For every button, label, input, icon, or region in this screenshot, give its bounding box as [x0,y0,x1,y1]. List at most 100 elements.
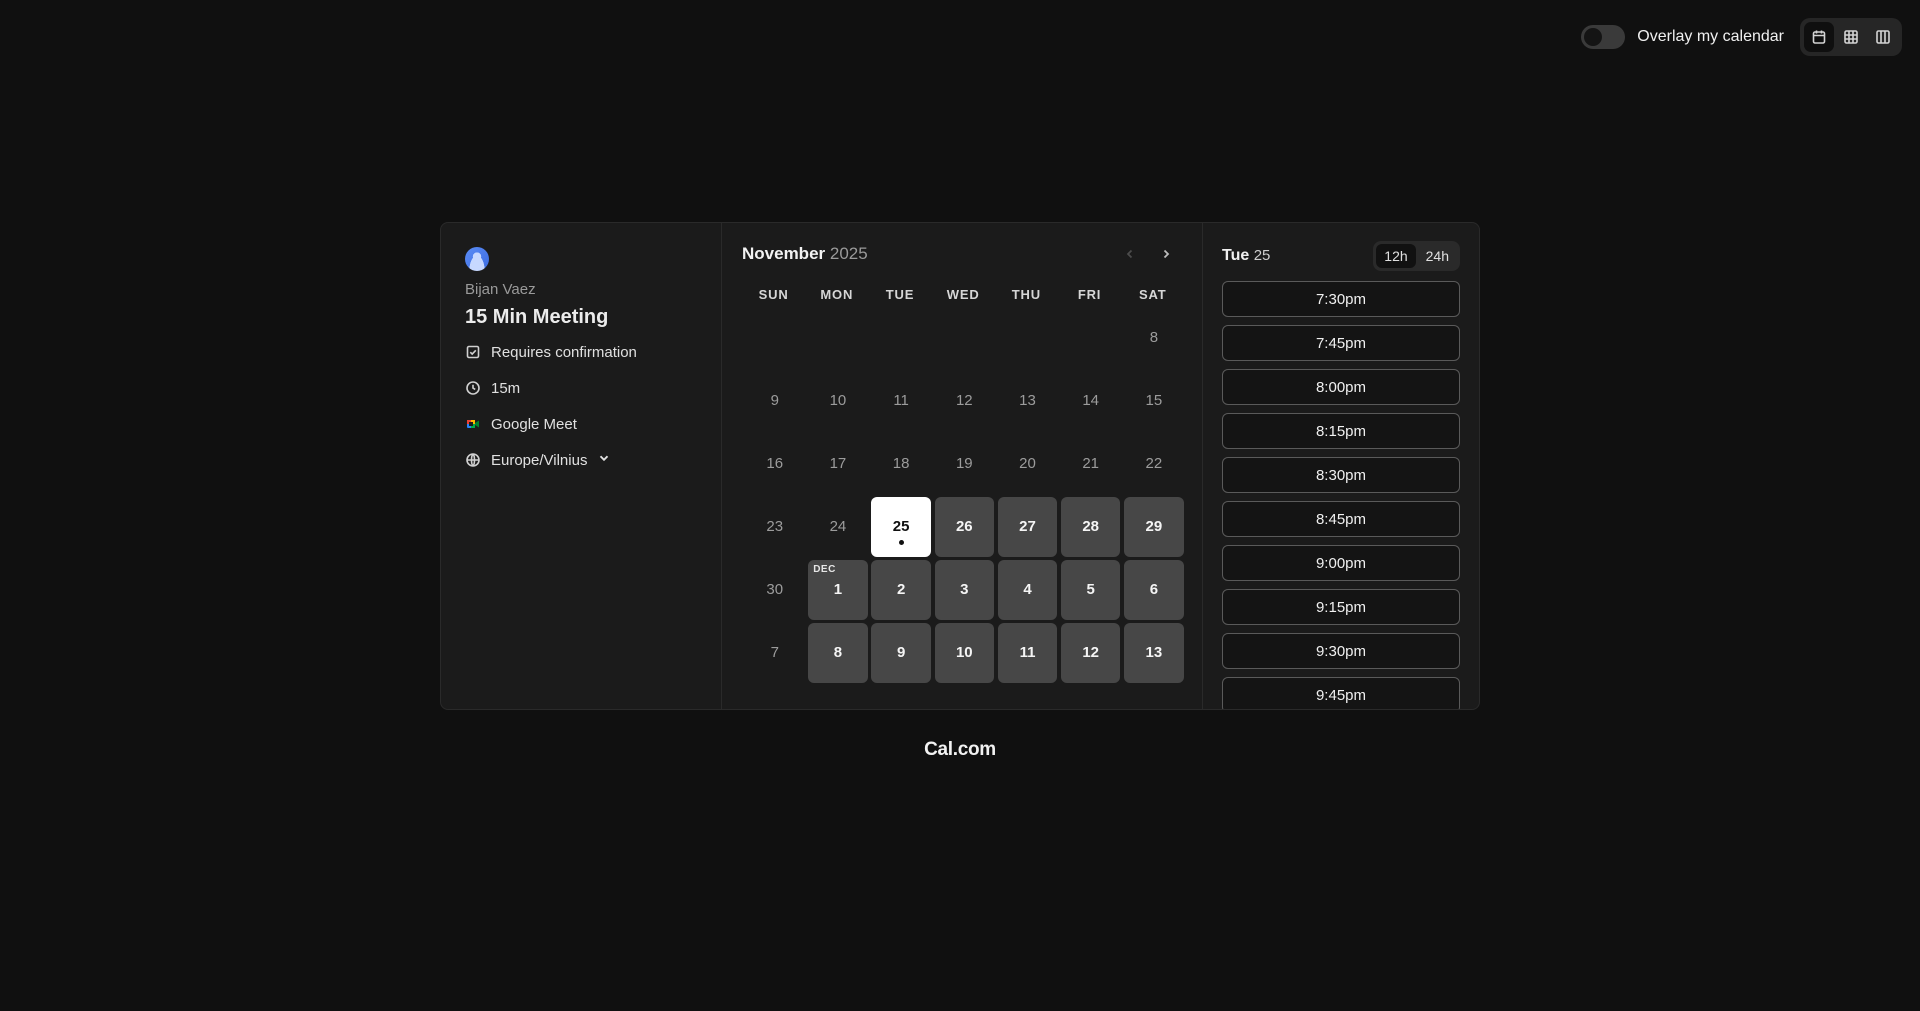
year-label: 2025 [829,244,868,263]
day-cell[interactable]: 12 [1060,623,1121,683]
weekday-header: SUN MON TUE WED THU FRI SAT [742,287,1182,302]
checkbox-icon [466,345,480,359]
time-slot-button[interactable]: 9:15pm [1222,589,1460,625]
chevron-right-icon [1163,249,1170,259]
next-month-button[interactable] [1156,244,1176,264]
prev-month-button[interactable] [1120,244,1140,264]
month-year-label: November 2025 [742,244,868,264]
day-cell[interactable]: 13 [1124,623,1184,683]
location-row: Google Meet [465,411,697,437]
day-number: 10 [955,644,973,662]
month-nav [1120,244,1176,264]
time-slot-button[interactable]: 8:30pm [1222,457,1460,493]
time-format-toggle: 12h 24h [1373,241,1460,271]
overlay-switch[interactable] [1581,25,1626,49]
day-number: 20 [1019,455,1036,473]
day-cell: 21 [1061,434,1121,494]
day-number: 24 [829,518,847,536]
day-number: 12 [1082,644,1100,662]
overlay-calendar-toggle[interactable]: Overlay my calendar [1581,25,1784,49]
week-view-button[interactable] [1836,22,1866,52]
month-view-button[interactable] [1804,22,1834,52]
day-cell: 23 [745,497,805,557]
time-slot-button[interactable]: 7:45pm [1222,325,1460,361]
chevron-left-icon [1126,249,1133,259]
chevron-down-icon [597,451,611,469]
day-number: 11 [1019,644,1036,662]
time-slot-button[interactable]: 8:15pm [1222,413,1460,449]
day-number: 13 [1145,644,1163,662]
requires-confirmation-label: Requires confirmation [491,343,637,361]
day-number: 10 [829,392,847,410]
day-number: 21 [1082,455,1100,473]
month-label: November [742,244,826,263]
month-tag: DEC [813,564,836,575]
day-cell[interactable]: 3 [934,560,995,620]
day-cell[interactable]: 11 [997,623,1058,683]
slots-header: Tue 25 12h 24h [1222,241,1460,271]
day-number: 29 [1145,518,1163,536]
google-meet-icon [467,420,479,428]
clock-icon [466,381,480,395]
day-number: 26 [955,518,973,536]
day-cell[interactable]: 26 [934,497,995,557]
day-cell: 15 [1124,371,1184,431]
slot-list: 7:30pm 7:45pm 8:00pm 8:15pm 8:30pm 8:45pm 9:00… [1222,281,1460,709]
weekday-mon: MON [820,287,854,302]
day-number: 13 [1019,392,1036,410]
day-number: 17 [829,455,847,473]
event-meta-panel: Bijan Vaez 15 Min Meeting Requires confi… [441,223,722,709]
host-name: Bijan Vaez [465,281,536,298]
day-number: 1 [833,581,843,599]
time-slot-button[interactable]: 8:45pm [1222,501,1460,537]
day-cell: 12 [935,371,995,431]
weekday-tue: TUE [885,287,915,302]
day-number: 27 [1019,518,1036,536]
duration-label: 15m [491,379,521,397]
day-number: 12 [955,392,973,410]
day-number: 3 [960,581,969,599]
day-cell[interactable]: 29 [1124,497,1184,557]
day-number: 8 [1149,329,1159,347]
day-number: 16 [766,455,784,473]
day-cell[interactable]: 28 [1060,497,1121,557]
day-number: 25 [892,518,910,536]
day-cell[interactable]: 8 [808,623,868,683]
format-24h-button[interactable]: 24h [1418,244,1457,268]
day-number: 22 [1145,455,1163,473]
timezone-select[interactable]: Europe/Vilnius [465,447,697,473]
weekday-thu: THU [1011,287,1041,302]
day-cell[interactable]: 6 [1124,560,1184,620]
day-cell: 16 [745,434,805,494]
day-number: 9 [896,644,906,662]
time-slot-button[interactable]: 9:30pm [1222,633,1460,669]
day-cell: 18 [871,434,931,494]
day-cell[interactable]: 4 [997,560,1058,620]
day-cell: 20 [998,434,1058,494]
day-cell: 24 [808,497,868,557]
day-cell[interactable]: 25 [871,497,931,557]
day-number: 5 [1086,581,1095,599]
day-cell[interactable]: 5 [1060,560,1121,620]
day-number: 2 [896,581,906,599]
day-number: 7 [770,644,779,662]
location-label: Google Meet [491,415,577,433]
time-slot-button[interactable]: 9:45pm [1222,677,1460,709]
day-cell[interactable]: 10 [934,623,995,683]
format-12h-button[interactable]: 12h [1376,244,1416,268]
day-number: 19 [955,455,973,473]
globe-icon [466,453,480,467]
time-slot-button[interactable]: 8:00pm [1222,369,1460,405]
day-cell[interactable]: 9 [871,623,931,683]
day-number: 30 [766,581,784,599]
calendar-header: November 2025 [742,243,1182,265]
overlay-label: Overlay my calendar [1637,28,1784,45]
day-cell[interactable]: 2 [871,560,931,620]
day-cell[interactable]: 1 DEC [808,560,868,620]
time-slot-button[interactable]: 9:00pm [1222,545,1460,581]
column-view-button[interactable] [1868,22,1898,52]
day-cell[interactable]: 27 [997,497,1058,557]
day-number: 11 [893,392,909,410]
time-slot-button[interactable]: 7:30pm [1222,281,1460,317]
duration-row: 15m [465,375,697,401]
